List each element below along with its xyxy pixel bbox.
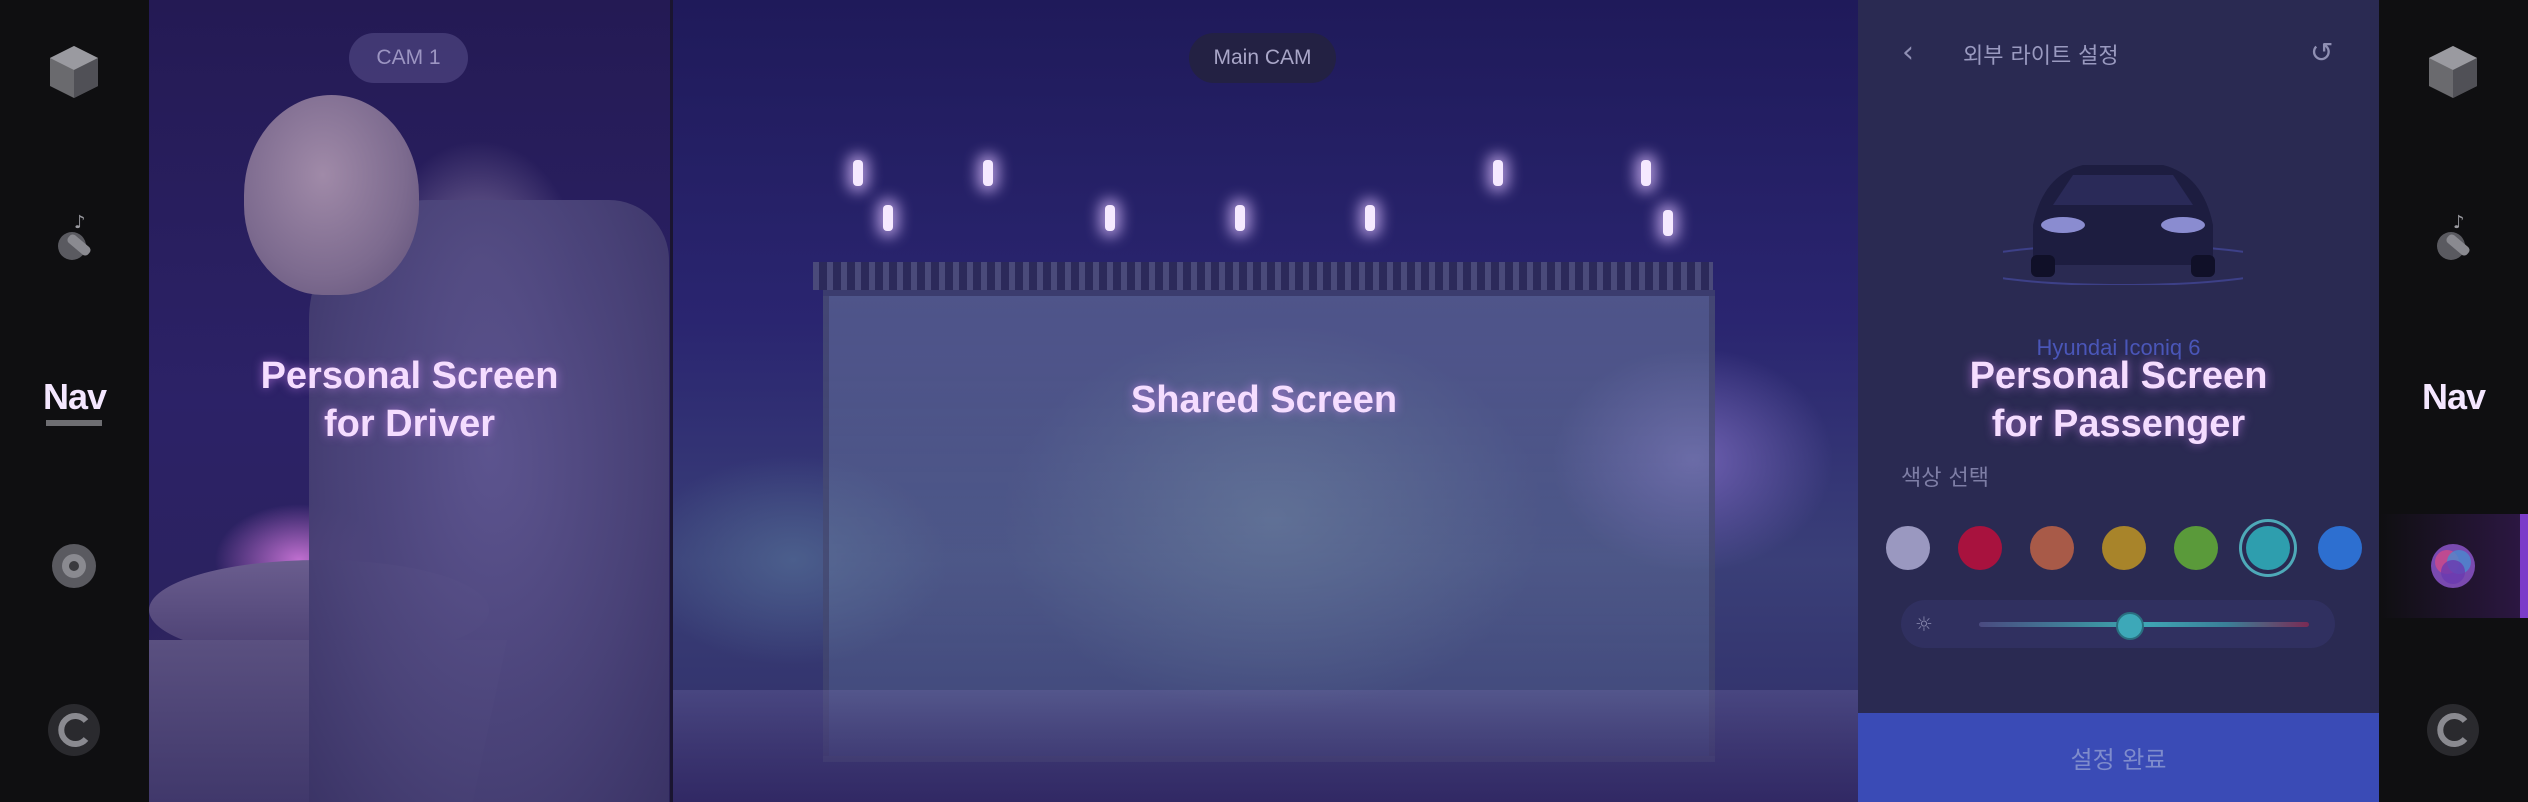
brightness-track[interactable] [1979, 622, 2309, 627]
layers-icon[interactable] [2424, 537, 2482, 595]
driver-screen-label: Personal Screen for Driver [149, 352, 670, 448]
cplay-icon[interactable] [45, 701, 103, 759]
color-swatch-green[interactable] [2174, 526, 2218, 570]
music-note-icon[interactable]: ♪ [45, 210, 103, 268]
stage-light [883, 205, 893, 231]
svg-text:♪: ♪ [2453, 212, 2465, 233]
car-image [1962, 135, 2284, 286]
drummer-head [244, 95, 419, 295]
stage-light [1365, 205, 1375, 231]
driver-label-line1: Personal Screen [260, 355, 559, 397]
main-cam-chip[interactable]: Main CAM [1189, 33, 1336, 83]
svg-text:♪: ♪ [74, 212, 86, 233]
panel-title: 외부 라이트 설정 [1963, 44, 2119, 69]
color-swatch-gold[interactable] [2102, 526, 2146, 570]
music-note-icon[interactable]: ♪ [2424, 210, 2482, 268]
box-icon[interactable] [2424, 42, 2482, 100]
brightness-thumb[interactable] [2115, 612, 2144, 640]
box-icon[interactable] [45, 42, 103, 100]
stage-light [1493, 160, 1503, 186]
color-swatch-red[interactable] [1958, 526, 2002, 570]
stage-light [1663, 210, 1673, 236]
brightness-slider[interactable]: ☼ [1901, 600, 2335, 648]
active-item-bar [2520, 514, 2528, 618]
reset-icon[interactable]: ↺ [2310, 36, 2344, 70]
passenger-screen-label: Personal Screen for Passenger [1858, 352, 2379, 448]
stage-light [1235, 205, 1245, 231]
left-app-rail: ♪ Nav [0, 0, 149, 802]
color-swatch-blue[interactable] [2318, 526, 2362, 570]
nav-underline [46, 420, 102, 426]
nav-label[interactable]: Nav [2379, 376, 2528, 418]
color-section-title: 색상 선택 [1901, 466, 1989, 491]
back-icon[interactable]: ‹ [1902, 38, 1926, 68]
nav-label[interactable]: Nav [0, 376, 149, 418]
color-swatch-lavender[interactable] [1886, 526, 1930, 570]
layers-icon[interactable] [45, 537, 103, 595]
stage-light [1105, 205, 1115, 231]
confirm-settings-button[interactable]: 설정 완료 [1858, 713, 2379, 802]
stage-light [983, 160, 993, 186]
cam1-chip[interactable]: CAM 1 [349, 33, 468, 83]
brightness-icon: ☼ [1915, 612, 1933, 636]
passenger-label-line1: Personal Screen [1969, 355, 2268, 397]
cplay-icon[interactable] [2424, 701, 2482, 759]
crowd [673, 690, 1861, 802]
stage-light [1641, 160, 1651, 186]
stage-light [853, 160, 863, 186]
right-app-rail: ♪ Nav [2379, 0, 2528, 802]
driver-label-line2: for Driver [323, 403, 496, 445]
shared-screen-label: Shared Screen [1130, 379, 1398, 421]
color-swatch-teal[interactable] [2246, 526, 2290, 570]
passenger-label-line2: for Passenger [1991, 403, 2246, 445]
stage-truss [813, 262, 1713, 290]
color-swatch-orange[interactable] [2030, 526, 2074, 570]
